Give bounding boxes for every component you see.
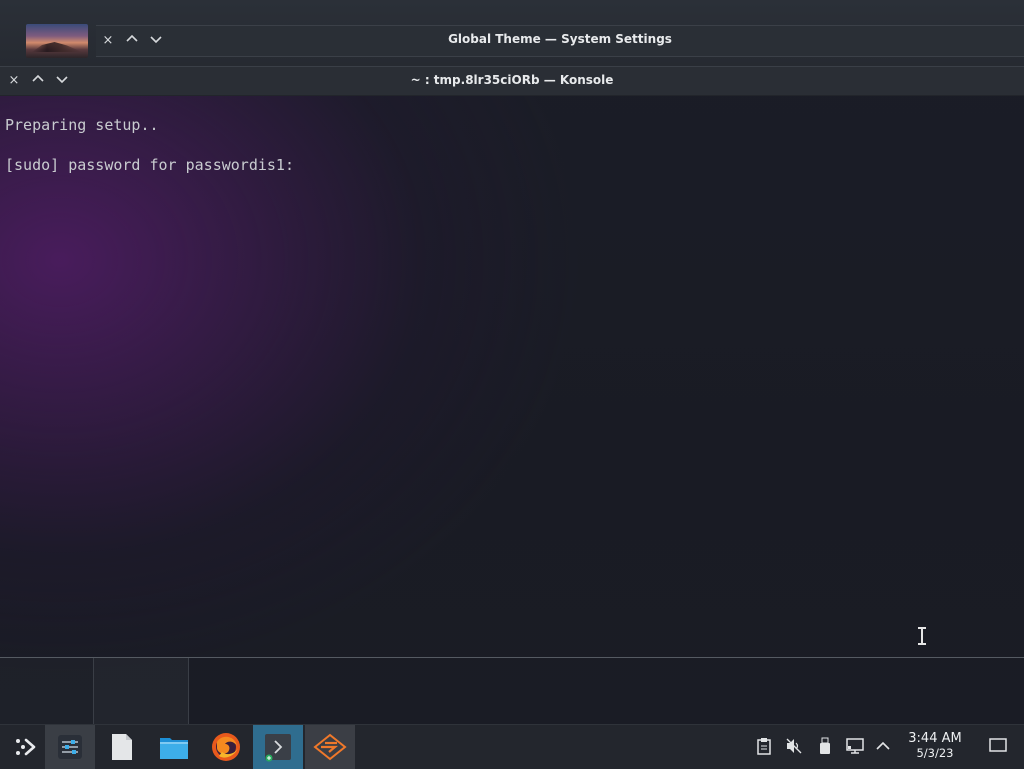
konsole-titlebar[interactable]: × ~ : tmp.8lr35ciORb — Konsole	[0, 66, 1024, 96]
taskbar-text-editor[interactable]	[97, 725, 147, 769]
system-settings-window[interactable]: × Global Theme — System Settings	[0, 0, 1024, 67]
terminal-line: Preparing setup..	[5, 116, 159, 134]
panel-ghost	[0, 658, 93, 724]
divider	[188, 658, 189, 724]
taskbar-orange-app[interactable]	[305, 725, 355, 769]
folder-icon	[160, 738, 188, 759]
usb-icon[interactable]	[815, 737, 835, 755]
application-launcher-button[interactable]	[0, 725, 50, 769]
launcher-icon	[16, 738, 36, 756]
firefox-icon	[212, 733, 240, 761]
window-title: Global Theme — System Settings	[448, 32, 672, 46]
panel-ghost	[94, 658, 188, 724]
terminal-line: [sudo] password for passwordis1:	[5, 156, 294, 174]
document-icon	[112, 734, 132, 760]
clipboard-icon[interactable]	[754, 737, 774, 755]
clock-date[interactable]: 5/3/23	[900, 746, 970, 760]
text-cursor-icon	[917, 627, 927, 645]
orange-app-icon	[313, 733, 347, 761]
network-icon[interactable]	[845, 737, 865, 755]
show-desktop-icon[interactable]	[988, 737, 1008, 755]
taskbar-konsole[interactable]	[253, 725, 303, 769]
terminal-area[interactable]: Preparing setup.. [sudo] password for pa…	[0, 95, 1024, 657]
chevron-up-icon[interactable]	[873, 737, 893, 755]
taskbar	[0, 724, 1024, 769]
window-thumbnail[interactable]	[26, 24, 88, 58]
system-settings-titlebar[interactable]: × Global Theme — System Settings	[96, 25, 1024, 57]
taskbar-firefox[interactable]	[201, 725, 251, 769]
volume-muted-icon[interactable]	[784, 737, 804, 755]
window-title: ~ : tmp.8lr35ciORb — Konsole	[410, 73, 614, 87]
taskbar-system-settings[interactable]	[45, 725, 95, 769]
taskbar-file-manager[interactable]	[149, 725, 199, 769]
system-settings-icon	[58, 735, 82, 759]
terminal-icon	[265, 734, 291, 762]
clock-time[interactable]: 3:44 AM	[900, 731, 970, 746]
